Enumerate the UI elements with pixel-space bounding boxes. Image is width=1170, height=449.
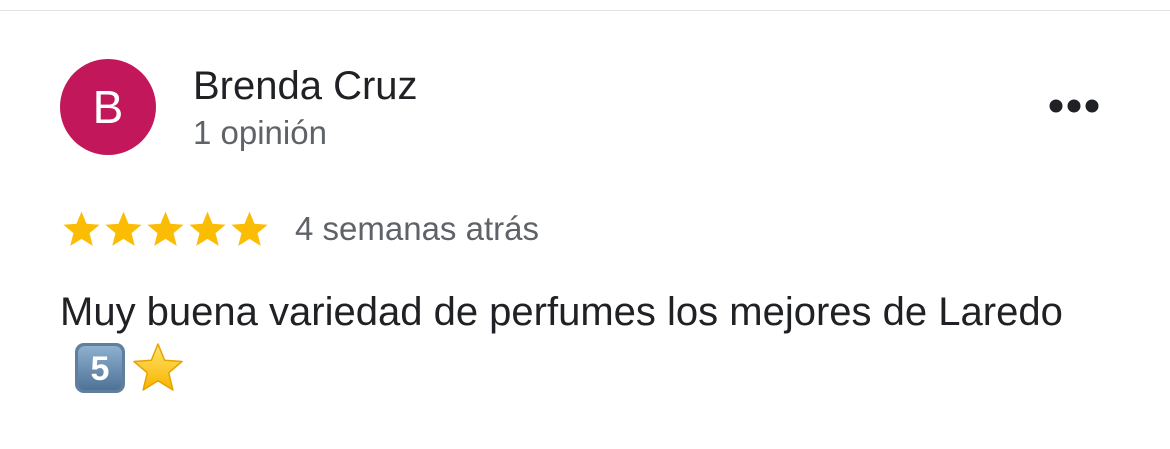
- review-text: Muy buena variedad de perfumes los mejor…: [60, 282, 1120, 403]
- avatar-initial: B: [92, 81, 124, 133]
- star-rating: [61, 207, 270, 251]
- more-horizontal-icon: [1049, 99, 1099, 113]
- star-icon: [189, 211, 226, 246]
- more-options-button[interactable]: [1042, 88, 1106, 124]
- review-date: 4 semanas atrás: [295, 210, 539, 247]
- avatar[interactable]: B: [60, 59, 156, 155]
- review-text-content: Muy buena variedad de perfumes los mejor…: [60, 290, 1063, 334]
- star-icon: [105, 211, 142, 246]
- star-emoji: [133, 343, 183, 391]
- review-count: 1 opinión: [193, 114, 327, 151]
- keycap-5-emoji: 5: [75, 343, 125, 393]
- star-icon: [63, 211, 100, 246]
- svg-text:5: 5: [91, 350, 110, 388]
- top-divider: [0, 10, 1170, 11]
- star-icon: [231, 211, 268, 246]
- star-icon: [147, 211, 184, 246]
- reviewer-name[interactable]: Brenda Cruz: [193, 62, 418, 110]
